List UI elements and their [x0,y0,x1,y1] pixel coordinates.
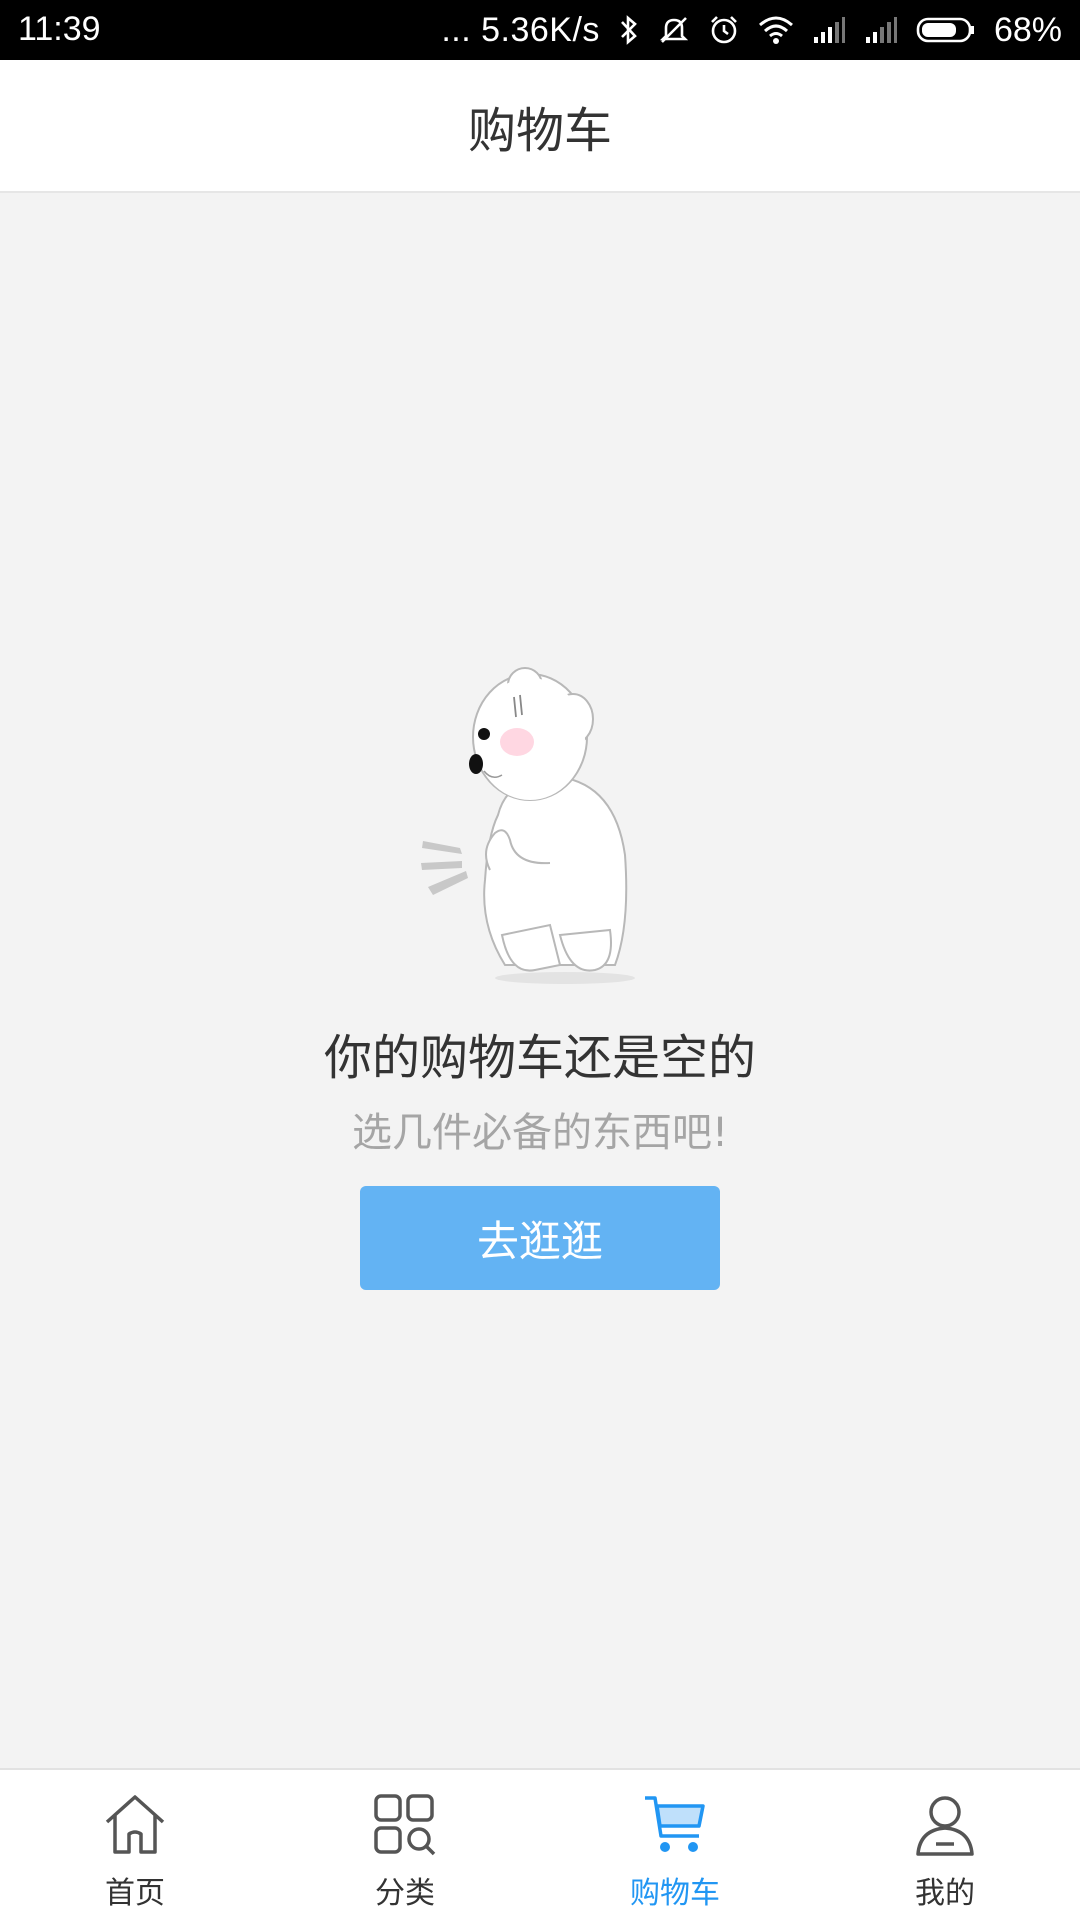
nav-label-profile: 我的 [915,1876,975,1911]
polar-bear-illustration [410,665,680,995]
home-icon [101,1792,169,1862]
page-title: 购物车 [467,102,612,159]
empty-cart-title: 你的购物车还是空的 [323,1030,756,1086]
nav-item-cart[interactable]: 购物车 [540,1770,810,1920]
empty-cart-subtitle: 选几件必备的东西吧! [351,1110,729,1156]
battery-percent: 68% [993,10,1062,49]
nav-label-category: 分类 [375,1876,435,1911]
signal-icon [864,15,898,45]
nav-item-home[interactable]: 首页 [0,1770,270,1920]
alarm-icon [708,14,740,46]
signal-icon [812,15,846,45]
cart-icon [641,1792,709,1862]
go-shopping-button[interactable]: 去逛逛 [360,1186,720,1290]
status-icons: ... 5.36K/s 68% [441,0,1062,60]
bottom-nav: 首页 分类 购物车 我的 [0,1768,1080,1920]
user-icon [912,1792,978,1862]
nav-label-cart: 购物车 [630,1876,720,1911]
status-time: 11:39 [18,10,101,48]
battery-icon [916,15,976,45]
nav-item-profile[interactable]: 我的 [810,1770,1080,1920]
mute-icon [658,14,690,46]
nav-label-home: 首页 [105,1876,165,1911]
status-bar: 11:39 ... 5.36K/s 68% [0,0,1080,60]
bluetooth-icon [618,14,640,46]
network-speed: ... 5.36K/s [441,10,600,49]
wifi-icon [758,15,794,45]
nav-item-category[interactable]: 分类 [270,1770,540,1920]
page-header: 购物车 [0,60,1080,193]
category-icon [372,1792,438,1862]
cart-screen: 11:39 ... 5.36K/s 68% 购物车 你的购物车还是空的 选几件必… [0,0,1080,1920]
